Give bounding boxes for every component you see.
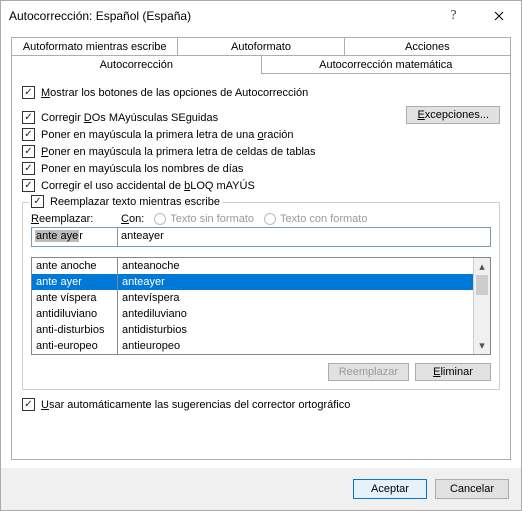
- input-reemplazar[interactable]: ante ayer: [31, 227, 117, 247]
- table-row[interactable]: ante ayeranteayer: [32, 274, 473, 290]
- tab-autoformat-typing[interactable]: Autoformato mientras escribe: [11, 37, 178, 56]
- input-con[interactable]: anteayer: [117, 227, 491, 247]
- table-row[interactable]: antidiluvianoantediluviano: [32, 306, 473, 322]
- replacement-list[interactable]: ante anocheanteanocheante ayeranteayeran…: [32, 258, 473, 354]
- radio-plain-text: [154, 213, 166, 225]
- tab-autoformat[interactable]: Autoformato: [178, 37, 344, 56]
- checkbox-auto-suggest[interactable]: ✓: [22, 398, 35, 411]
- scrollbar[interactable]: ▴ ▾: [473, 258, 490, 354]
- exceptions-button[interactable]: Excepciones...: [406, 106, 500, 124]
- table-row[interactable]: ante vísperaantevíspera: [32, 290, 473, 306]
- close-button[interactable]: [476, 2, 521, 30]
- checkbox-replace-typing[interactable]: ✓: [31, 195, 44, 208]
- cancel-button[interactable]: Cancelar: [435, 479, 509, 499]
- scroll-down[interactable]: ▾: [474, 337, 490, 354]
- label-days: Poner en mayúscula los nombres de días: [41, 163, 243, 175]
- label-formatted-text: Texto con formato: [280, 213, 367, 225]
- help-button[interactable]: ?: [431, 2, 476, 30]
- delete-button[interactable]: Eliminar: [415, 363, 491, 381]
- tab-actions[interactable]: Acciones: [345, 37, 511, 56]
- radio-formatted-text: [264, 213, 276, 225]
- table-row[interactable]: ante anocheanteanoche: [32, 258, 473, 274]
- ok-button[interactable]: Aceptar: [353, 479, 427, 499]
- checkbox-two-caps[interactable]: ✓: [22, 111, 35, 124]
- checkbox-days[interactable]: ✓: [22, 162, 35, 175]
- label-replace-typing: Reemplazar texto mientras escribe: [50, 196, 220, 208]
- replace-button: Reemplazar: [328, 363, 409, 381]
- label-first-sentence: Poner en mayúscula la primera letra de u…: [41, 129, 294, 141]
- label-two-caps: Corregir DOs MAyúsculas SEguidas: [41, 112, 218, 124]
- label-reemplazar: Reemplazar:: [31, 213, 93, 225]
- label-first-cell: Poner en mayúscula la primera letra de c…: [41, 146, 316, 158]
- scroll-up[interactable]: ▴: [474, 258, 490, 275]
- scroll-thumb[interactable]: [476, 275, 488, 295]
- label-con: Con:: [121, 213, 144, 225]
- tab-math-autocorrect[interactable]: Autocorrección matemática: [262, 55, 512, 74]
- checkbox-first-sentence[interactable]: ✓: [22, 128, 35, 141]
- label-plain-text: Texto sin formato: [170, 213, 254, 225]
- close-icon: [494, 11, 504, 21]
- checkbox-show-buttons[interactable]: ✓: [22, 86, 35, 99]
- label-auto-suggest: Usar automáticamente las sugerencias del…: [41, 399, 350, 411]
- checkbox-capslock[interactable]: ✓: [22, 179, 35, 192]
- table-row[interactable]: anti-disturbiosantidisturbios: [32, 322, 473, 338]
- checkbox-first-cell[interactable]: ✓: [22, 145, 35, 158]
- table-row[interactable]: anti-europeoantieuropeo: [32, 338, 473, 354]
- label-show-buttons: Mostrar los botones de las opciones de A…: [41, 87, 308, 99]
- window-title: Autocorrección: Español (España): [9, 9, 431, 23]
- tab-autocorrect[interactable]: Autocorrección: [11, 55, 262, 74]
- label-capslock: Corregir el uso accidental de bLOQ mAYÚS: [41, 180, 255, 192]
